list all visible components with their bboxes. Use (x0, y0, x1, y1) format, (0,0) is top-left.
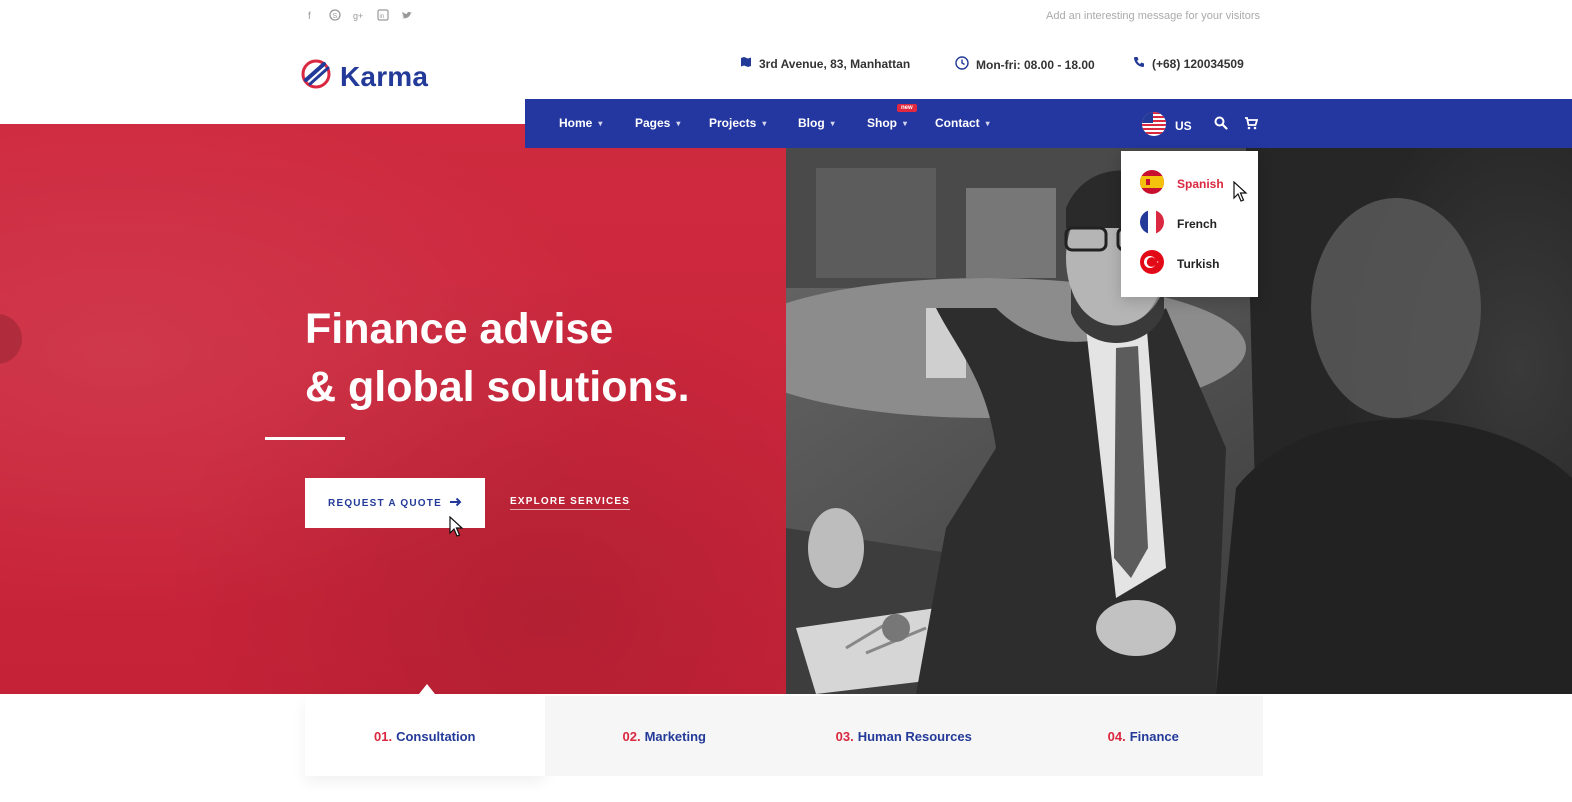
tab-finance[interactable]: 04. Finance (1023, 696, 1263, 776)
social-links: f S g+ in (305, 9, 413, 21)
language-option-label: French (1177, 216, 1218, 231)
svg-text:S: S (333, 13, 338, 20)
svg-text:g+: g+ (353, 11, 363, 21)
logo-text: Karma (340, 60, 429, 92)
logo-mark-icon (300, 58, 332, 95)
phone-icon (1133, 56, 1145, 71)
phone-info: (+68) 120034509 (1133, 56, 1244, 71)
hero-divider (265, 437, 345, 440)
request-quote-button[interactable]: REQUEST A QUOTE (305, 478, 485, 528)
google-plus-icon[interactable]: g+ (353, 9, 365, 21)
skype-icon[interactable]: S (329, 9, 341, 21)
nav-blog[interactable]: Blog ▾ (798, 116, 835, 130)
tab-number: 02. (622, 728, 641, 744)
nav-shop[interactable]: Shop ▾ new (867, 104, 917, 130)
svg-text:f: f (308, 11, 311, 21)
france-flag-icon (1139, 209, 1165, 238)
address-text: 3rd Avenue, 83, Manhattan (759, 56, 911, 71)
nav-contact[interactable]: Contact ▾ (935, 116, 990, 130)
request-quote-label: REQUEST A QUOTE (328, 497, 442, 509)
tab-number: 01. (373, 728, 393, 744)
service-tabs: 01. Consultation 02. Marketing 03. Human… (305, 696, 1263, 776)
chevron-down-icon: ▾ (830, 118, 835, 128)
main-navbar: Home ▾ Pages ▾ Projects ▾ Blog ▾ Shop ▾ new C… (525, 99, 1572, 148)
hero-title: Finance advise & global solutions. (305, 300, 690, 416)
map-icon (740, 56, 752, 71)
clock-icon (955, 56, 969, 73)
nav-blog-label: Blog (798, 116, 825, 130)
language-dropdown: Spanish French Turkish (1121, 151, 1258, 297)
nav-pages[interactable]: Pages ▾ (635, 116, 680, 130)
tab-marketing[interactable]: 02. Marketing (544, 696, 784, 776)
nav-pages-label: Pages (635, 116, 671, 130)
cart-icon[interactable] (1244, 116, 1259, 135)
hours-text: Mon-fri: 08.00 - 18.00 (976, 57, 1095, 72)
turkey-flag-icon (1139, 249, 1165, 278)
nav-contact-label: Contact (935, 116, 980, 130)
logo[interactable]: Karma (300, 58, 428, 95)
address-info: 3rd Avenue, 83, Manhattan (740, 56, 910, 71)
chevron-down-icon: ▾ (762, 118, 767, 128)
tab-label: Human Resources (857, 728, 972, 744)
chevron-down-icon: ▾ (903, 118, 908, 128)
new-badge: new (897, 104, 917, 112)
chevron-down-icon: ▾ (598, 118, 603, 128)
tab-number: 04. (1107, 728, 1126, 744)
chevron-down-icon: ▾ (985, 118, 990, 128)
language-option-label: Turkish (1177, 256, 1220, 271)
language-code: US (1175, 118, 1192, 133)
tab-human-resources[interactable]: 03. Human Resources (784, 696, 1024, 776)
us-flag-icon (1141, 111, 1167, 140)
linkedin-icon[interactable]: in (377, 9, 389, 21)
tab-label: Marketing (644, 728, 706, 744)
hero-title-line-2: & global solutions. (305, 363, 690, 411)
search-icon[interactable] (1214, 116, 1228, 135)
active-tab-pointer (419, 684, 435, 694)
explore-services-link[interactable]: EXPLORE SERVICES (510, 496, 631, 510)
nav-home[interactable]: Home ▾ (559, 116, 602, 130)
nav-projects-label: Projects (709, 116, 757, 130)
chevron-down-icon: ▾ (676, 118, 681, 128)
nav-projects[interactable]: Projects ▾ (709, 116, 766, 130)
nav-shop-label: Shop (867, 116, 897, 130)
spain-flag-icon (1139, 169, 1165, 198)
language-selector[interactable]: US (1141, 111, 1192, 140)
tab-label: Finance (1129, 728, 1179, 744)
arrow-right-icon (449, 497, 462, 510)
hours-info: Mon-fri: 08.00 - 18.00 (955, 56, 1095, 73)
nav-home-label: Home (559, 116, 593, 130)
hero-title-line-1: Finance advise (305, 305, 614, 353)
language-option-turkish[interactable]: Turkish (1139, 249, 1219, 278)
tab-consultation[interactable]: 01. Consultation (305, 696, 545, 776)
language-option-label: Spanish (1177, 176, 1224, 191)
tab-number: 03. (835, 728, 854, 744)
language-option-french[interactable]: French (1139, 209, 1217, 238)
top-message: Add an interesting message for your visi… (1046, 10, 1260, 22)
twitter-icon[interactable] (401, 9, 413, 21)
svg-text:in: in (380, 14, 385, 20)
language-option-spanish[interactable]: Spanish (1139, 169, 1224, 198)
tab-label: Consultation (396, 728, 476, 744)
top-bar: f S g+ in Add an interesting message for… (0, 0, 1572, 36)
facebook-icon[interactable]: f (305, 9, 317, 21)
phone-text[interactable]: (+68) 120034509 (1152, 57, 1244, 71)
